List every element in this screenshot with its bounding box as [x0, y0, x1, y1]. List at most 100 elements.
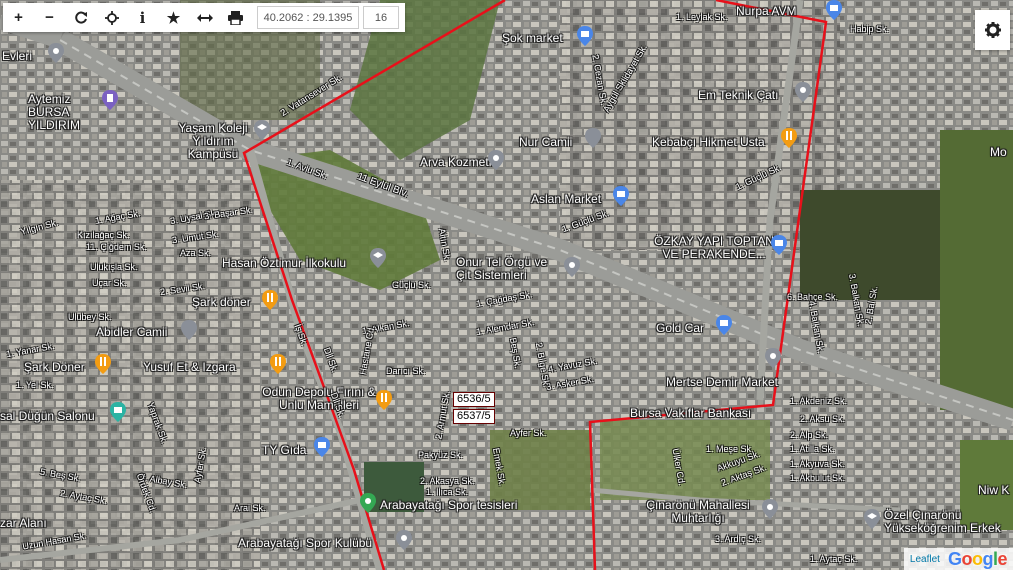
street-label: 1. Akdeniz Sk. — [790, 396, 848, 406]
street-label: 1. Aytaç Sk. — [810, 554, 858, 564]
place-label[interactable]: Onur Tel Örgü ve Çit Sistemleri — [456, 256, 560, 282]
shopping-pin-icon[interactable] — [613, 186, 629, 206]
place-label[interactable]: ÖZKAY YAPI TOPTAN VE PERAKENDE... — [654, 235, 774, 261]
printer-icon — [228, 10, 243, 25]
gear-icon — [984, 22, 1001, 38]
street-label: Arai Sk. — [234, 503, 266, 513]
street-label: 1. Leylak Sk. — [676, 12, 728, 22]
satellite-map[interactable]: + − i ★ 40.2062: 29.1395 16 Nurpa AVM 1… — [0, 0, 1013, 570]
place-label[interactable]: Aslan Market — [531, 192, 601, 206]
restaurant-pin-icon[interactable] — [376, 390, 392, 410]
place-label[interactable]: Şok market — [502, 31, 563, 45]
place-label[interactable]: Bursa Vakıflar Bankası — [630, 406, 751, 420]
zoom-level-readout: 16 — [363, 6, 399, 29]
place-label[interactable]: Aytemiz BURSA YILDIRIM — [28, 93, 102, 132]
street-label: Kızılağaç Sk. — [77, 230, 130, 240]
place-pin-icon[interactable] — [762, 499, 778, 519]
shopping-pin-icon[interactable] — [577, 26, 593, 46]
place-pin-icon[interactable] — [396, 530, 412, 550]
place-label[interactable]: Arabayatağı Spor tesisleri — [380, 498, 517, 512]
place-pin-icon[interactable] — [564, 257, 580, 277]
street-label: Güçlü Sk. — [392, 280, 432, 290]
place-label[interactable]: sal Düğün Salonu — [0, 409, 95, 423]
place-label[interactable]: Hasan Öztimur İlkokulu — [222, 256, 346, 270]
street-label: 2. Aksu Sk. — [800, 414, 846, 424]
place-label[interactable]: Şark Döner — [24, 360, 85, 374]
street-label: 11. Çiğdem Sk. — [86, 242, 147, 252]
mosque-pin-icon[interactable] — [181, 320, 197, 340]
place-label[interactable]: Yusuf Et & Izgara — [143, 360, 236, 374]
venue-pin-icon[interactable] — [110, 402, 126, 422]
parcel-label[interactable]: 6537/5 — [453, 409, 495, 424]
place-label[interactable]: Yaşam Koleji Yıldırım Kampüsü — [168, 122, 258, 161]
place-pin-icon[interactable] — [48, 43, 64, 63]
place-label[interactable]: Em Teknik Çatı — [698, 88, 778, 102]
street-label: 2. Alp Sk. — [790, 430, 829, 440]
map-attribution: Leaflet Google — [903, 548, 1013, 570]
place-pin-icon[interactable] — [765, 348, 781, 368]
star-icon: ★ — [166, 9, 181, 27]
restaurant-pin-icon[interactable] — [781, 128, 797, 148]
school-pin-icon[interactable] — [254, 120, 270, 140]
place-label[interactable]: zar Alanı — [0, 516, 47, 530]
shopping-pin-icon[interactable] — [826, 0, 842, 20]
street-label: Aza Sk. — [180, 248, 212, 258]
shopping-pin-icon[interactable] — [716, 315, 732, 335]
restaurant-pin-icon[interactable] — [270, 354, 286, 374]
shopping-pin-icon[interactable] — [314, 437, 330, 457]
favorite-button[interactable]: ★ — [158, 3, 189, 32]
street-label: 1. Ilıca Sk. — [426, 487, 469, 497]
school-pin-icon[interactable] — [370, 248, 386, 268]
street-label: Uçar Sk. — [92, 278, 127, 288]
mosque-pin-icon[interactable] — [585, 128, 601, 148]
street-label: 1. Akbulut Sk. — [790, 473, 846, 483]
zoom-out-button[interactable]: − — [34, 3, 65, 32]
place-label[interactable]: Arva Kozmetik — [420, 155, 497, 169]
park-pin-icon[interactable] — [360, 493, 376, 513]
locate-button[interactable] — [96, 3, 127, 32]
place-pin-icon[interactable] — [488, 150, 504, 170]
shopping-pin-icon[interactable] — [771, 235, 787, 255]
restaurant-pin-icon[interactable] — [262, 290, 278, 310]
street-label: Ayfer Sk. — [510, 428, 547, 438]
street-label: 1. Yel Sk. — [16, 380, 54, 390]
place-label[interactable]: Gold Car — [656, 321, 704, 335]
settings-button[interactable] — [975, 10, 1010, 50]
zoom-in-button[interactable]: + — [3, 3, 34, 32]
print-button[interactable] — [220, 3, 251, 32]
refresh-icon — [74, 11, 87, 23]
place-label[interactable]: Nur Camii — [519, 135, 572, 149]
street-label: Ulubey Sk. — [68, 312, 112, 322]
street-label: 3. Ardıç Sk. — [715, 534, 762, 544]
place-label[interactable]: Kebabçı Hikmet Usta — [652, 135, 765, 149]
place-label[interactable]: Mo — [990, 145, 1007, 159]
measure-icon — [196, 13, 213, 22]
street-label: Ulukışla Sk. — [90, 262, 138, 272]
place-label[interactable]: Evleri — [2, 49, 32, 63]
place-label[interactable]: Çınarönü Mahallesi Muhtarlığı — [640, 499, 756, 525]
info-button[interactable]: i — [127, 3, 158, 32]
fuel-pin-icon[interactable] — [102, 90, 118, 110]
refresh-button[interactable] — [65, 3, 96, 32]
place-label[interactable]: Arabayatağı Spor Kulübü — [238, 536, 372, 550]
place-label[interactable]: Nurpa AVM — [736, 4, 796, 18]
place-label[interactable]: Abidler Camii — [96, 325, 167, 339]
coordinates-readout: 40.2062 : 29.1395 — [257, 6, 359, 29]
google-logo: Google — [947, 548, 1008, 569]
place-label[interactable]: Şark döner — [192, 295, 251, 309]
school-pin-icon[interactable] — [864, 509, 880, 529]
measure-button[interactable] — [189, 3, 220, 32]
leaflet-link[interactable]: Leaflet — [910, 554, 940, 565]
restaurant-pin-icon[interactable] — [95, 354, 111, 374]
parcel-label[interactable]: 6536/5 — [453, 392, 495, 407]
place-label[interactable]: Odun Depolu Fırını & Unlu Mamülleri — [262, 386, 376, 412]
place-label[interactable]: Niw K — [978, 483, 1009, 497]
place-label[interactable]: TY Gıda — [262, 443, 306, 457]
place-label[interactable]: Özel Çınarönü Yükseköğrenim Erkek — [884, 509, 1013, 535]
place-label[interactable]: Mertse Demir Market — [666, 375, 778, 389]
street-label: 2. Akasya Sk. — [420, 476, 475, 486]
place-pin-icon[interactable] — [795, 82, 811, 102]
crosshair-icon — [104, 10, 119, 25]
street-label: Habip Sk. — [850, 24, 890, 34]
minus-icon: − — [45, 9, 54, 26]
